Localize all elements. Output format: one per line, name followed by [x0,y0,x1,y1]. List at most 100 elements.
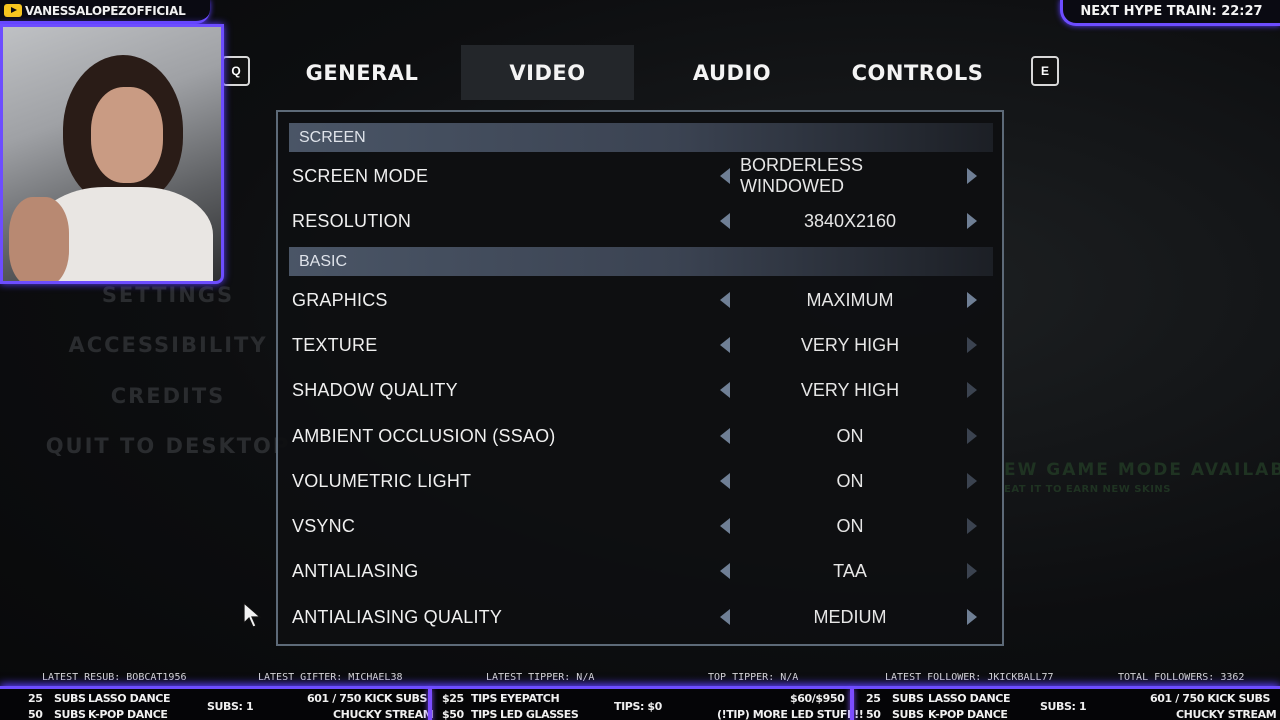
setting-label: ANTIALIASING QUALITY [292,606,503,627]
arrow-left-icon[interactable] [716,472,734,490]
goal-divider [428,689,432,720]
setting-value: TAA [833,560,867,581]
tip-goal-amount: $60/$950 [790,692,845,705]
tips-total: TIPS: $0 [614,700,662,713]
goal-unit: SUBS [54,692,86,705]
subs-count: SUBS: 1 [207,700,254,713]
goal-unit: SUBS [892,708,924,720]
setting-label: SCREEN MODE [292,165,429,186]
webcam-arm [9,197,69,281]
setting-row-antialiasing[interactable]: ANTIALIASING TAA [278,551,1002,591]
setting-row-graphics[interactable]: GRAPHICS MAXIMUM [278,280,1002,320]
kick-subs-progress: 601 / 750 KICK SUBS [1150,692,1271,705]
goal-text: LASSO DANCE [88,692,171,705]
prev-tab-key-icon[interactable]: Q [222,56,250,86]
arrow-right-icon[interactable] [963,167,981,185]
section-header-basic: BASIC [289,247,993,276]
arrow-right-icon[interactable] [963,291,981,309]
arrow-right-icon[interactable] [963,517,981,535]
arrow-right-icon[interactable] [963,336,981,354]
setting-value: MAXIMUM [806,289,894,310]
setting-row-antialiasing-quality[interactable]: ANTIALIASING QUALITY MEDIUM [278,597,1002,637]
webcam-face [91,87,163,183]
arrow-right-icon[interactable] [963,608,981,626]
channel-name: VANESSALOPEZOFFICIAL [25,3,186,18]
goal-text: K-POP DANCE [88,708,168,720]
setting-label: TEXTURE [292,334,378,355]
next-tab-key-icon[interactable]: E [1031,56,1059,86]
stream-stats-line: LATEST RESUB: BOBCAT1956 LATEST GIFTER: … [0,672,1280,686]
tip-unit: TIPS [471,708,497,720]
total-followers: TOTAL FOLLOWERS: 3362 [1118,672,1245,683]
tip-number: $50 [442,708,464,720]
goal-unit: SUBS [892,692,924,705]
tip-number: $25 [442,692,464,705]
goal-number: 25 [866,692,881,705]
tab-video[interactable]: VIDEO [461,45,634,100]
goal-text: LASSO DANCE [928,692,1011,705]
video-settings-panel: SCREEN SCREEN MODE BORDERLESS WINDOWED R… [276,110,1004,646]
setting-label: ANTIALIASING [292,560,419,581]
goal-number: 25 [28,692,43,705]
latest-tipper: LATEST TIPPER: N/A [486,672,595,683]
setting-label: GRAPHICS [292,289,388,310]
setting-label: RESOLUTION [292,210,412,231]
setting-row-shadow-quality[interactable]: SHADOW QUALITY VERY HIGH [278,370,1002,410]
top-tipper: TOP TIPPER: N/A [708,672,799,683]
arrow-left-icon[interactable] [716,608,734,626]
tab-audio[interactable]: AUDIO [646,45,818,100]
setting-value: 3840X2160 [803,210,897,231]
arrow-right-icon[interactable] [963,212,981,230]
setting-row-volumetric-light[interactable]: VOLUMETRIC LIGHT ON [278,461,1002,501]
mouse-cursor-icon [243,601,262,628]
setting-label: SHADOW QUALITY [292,379,458,400]
setting-row-resolution[interactable]: RESOLUTION 3840X2160 [278,201,1002,241]
setting-label: VSYNC [292,515,356,536]
tab-controls[interactable]: CONTROLS [831,45,1004,100]
arrow-right-icon[interactable] [963,381,981,399]
setting-value: ON [836,425,864,446]
arrow-left-icon[interactable] [716,562,734,580]
subs-count: SUBS: 1 [1040,700,1087,713]
kick-subs-goal: CHUCKY STREAM [333,708,434,720]
channel-tag: VANESSALOPEZOFFICIAL [0,0,210,24]
setting-value: BORDERLESS WINDOWED [740,155,864,196]
section-header-screen: SCREEN [289,123,993,152]
setting-value: ON [836,515,864,536]
setting-value: VERY HIGH [800,379,900,400]
setting-value: ON [836,470,864,491]
latest-resub: LATEST RESUB: BOBCAT1956 [42,672,187,683]
setting-row-texture[interactable]: TEXTURE VERY HIGH [278,325,1002,365]
tip-text: LED GLASSES [500,708,579,720]
arrow-left-icon[interactable] [716,381,734,399]
setting-row-vsync[interactable]: VSYNC ON [278,506,1002,546]
goal-text: K-POP DANCE [928,708,1008,720]
tip-text: EYEPATCH [500,692,560,705]
arrow-left-icon[interactable] [716,517,734,535]
goal-number: 50 [866,708,881,720]
arrow-left-icon[interactable] [716,336,734,354]
tab-general[interactable]: GENERAL [276,45,448,100]
goal-unit: SUBS [54,708,86,720]
arrow-right-icon[interactable] [963,562,981,580]
arrow-right-icon[interactable] [963,472,981,490]
setting-row-screen-mode[interactable]: SCREEN MODE BORDERLESS WINDOWED [278,155,1002,196]
setting-row-ambient-occlusion[interactable]: AMBIENT OCCLUSION (SSAO) ON [278,416,1002,456]
latest-gifter: LATEST GIFTER: MICHAEL38 [258,672,403,683]
arrow-left-icon[interactable] [716,427,734,445]
ghost-banner-title: EW GAME MODE AVAILABLE! [1004,460,1280,480]
arrow-left-icon[interactable] [716,167,734,185]
setting-label: AMBIENT OCCLUSION (SSAO) [292,425,556,446]
kick-subs-goal: CHUCKY STREAM [1176,708,1277,720]
arrow-right-icon[interactable] [963,427,981,445]
kick-subs-progress: 601 / 750 KICK SUBS [307,692,428,705]
goal-divider [850,689,854,720]
setting-value: MEDIUM [813,606,887,627]
webcam-feed [0,24,224,284]
ghost-banner-sub: EAT IT TO EARN NEW SKINS [1004,484,1171,495]
tip-unit: TIPS [471,692,497,705]
setting-value: VERY HIGH [800,334,900,355]
arrow-left-icon[interactable] [716,291,734,309]
setting-label: VOLUMETRIC LIGHT [292,470,472,491]
arrow-left-icon[interactable] [716,212,734,230]
